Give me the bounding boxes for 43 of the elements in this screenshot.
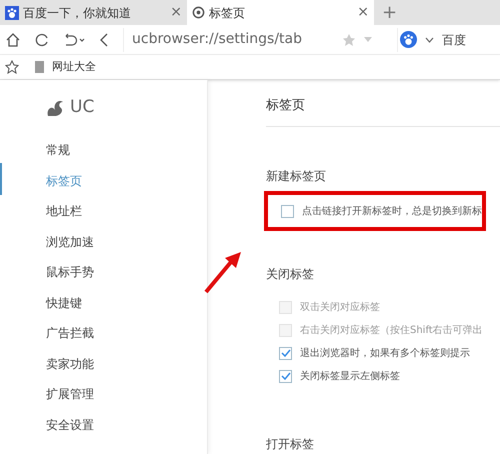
option-label: 点击链接打开新标签时，总是切换到新标 — [302, 204, 482, 218]
back-icon[interactable] — [99, 32, 109, 48]
page-title: 标签页 — [266, 97, 500, 127]
option-label: 双击关闭对应标签 — [300, 300, 380, 314]
reload-icon[interactable] — [35, 32, 49, 46]
sidebar-item[interactable]: 鼠标手势 — [46, 262, 94, 282]
section-heading: 新建标签页 — [266, 168, 326, 184]
sidebar-item[interactable]: 快捷键 — [46, 292, 82, 312]
sidebar-item[interactable]: 卖家功能 — [46, 354, 94, 374]
checkmark-icon — [280, 348, 290, 358]
sidebar-item[interactable]: 广告拦截 — [46, 323, 94, 343]
checkbox[interactable] — [281, 204, 294, 218]
sidebar-item[interactable]: 扩展管理 — [46, 384, 94, 404]
paw-icon — [5, 6, 19, 20]
star-icon[interactable] — [5, 60, 19, 74]
paw-icon[interactable] — [400, 31, 417, 48]
sidebar-item[interactable]: 浏览加速 — [46, 232, 94, 252]
bookmark[interactable]: 网址大全 — [35, 58, 96, 76]
section-heading: 关闭标签 — [266, 266, 314, 282]
checkbox[interactable] — [279, 370, 292, 382]
browser-tab[interactable]: 标签页 × — [187, 0, 374, 25]
checkbox[interactable] — [279, 346, 292, 360]
checkmark-icon — [280, 371, 290, 381]
selection-indicator — [0, 162, 2, 194]
tab-title: 百度一下，你就知道 — [23, 4, 132, 22]
home-icon[interactable] — [5, 32, 21, 48]
logo-text: UC — [70, 96, 94, 120]
close-button[interactable]: × — [357, 2, 369, 23]
close-button[interactable]: × — [170, 2, 182, 23]
sidebar-item[interactable]: 安全设置 — [46, 414, 94, 434]
tab-title: 标签页 — [209, 4, 246, 22]
star-icon[interactable] — [342, 32, 356, 46]
sidebar-item[interactable]: 地址栏 — [46, 201, 82, 221]
chevron-down-icon[interactable] — [425, 36, 434, 42]
section-heading: 打开标签 — [266, 436, 314, 452]
undo-icon[interactable] — [63, 32, 85, 46]
arrow-icon — [203, 250, 243, 294]
search-engine-label[interactable]: 百度 — [442, 30, 466, 48]
option-label: 右击关闭对应标签（按住Shift右击可弹出 — [300, 324, 483, 338]
option-label: 退出浏览器时，如果有多个标签则提示 — [300, 346, 470, 360]
option-label: 关闭标签显示左侧标签 — [300, 370, 400, 384]
gear-icon — [192, 6, 205, 19]
sidebar-item[interactable]: 常规 — [46, 140, 70, 160]
